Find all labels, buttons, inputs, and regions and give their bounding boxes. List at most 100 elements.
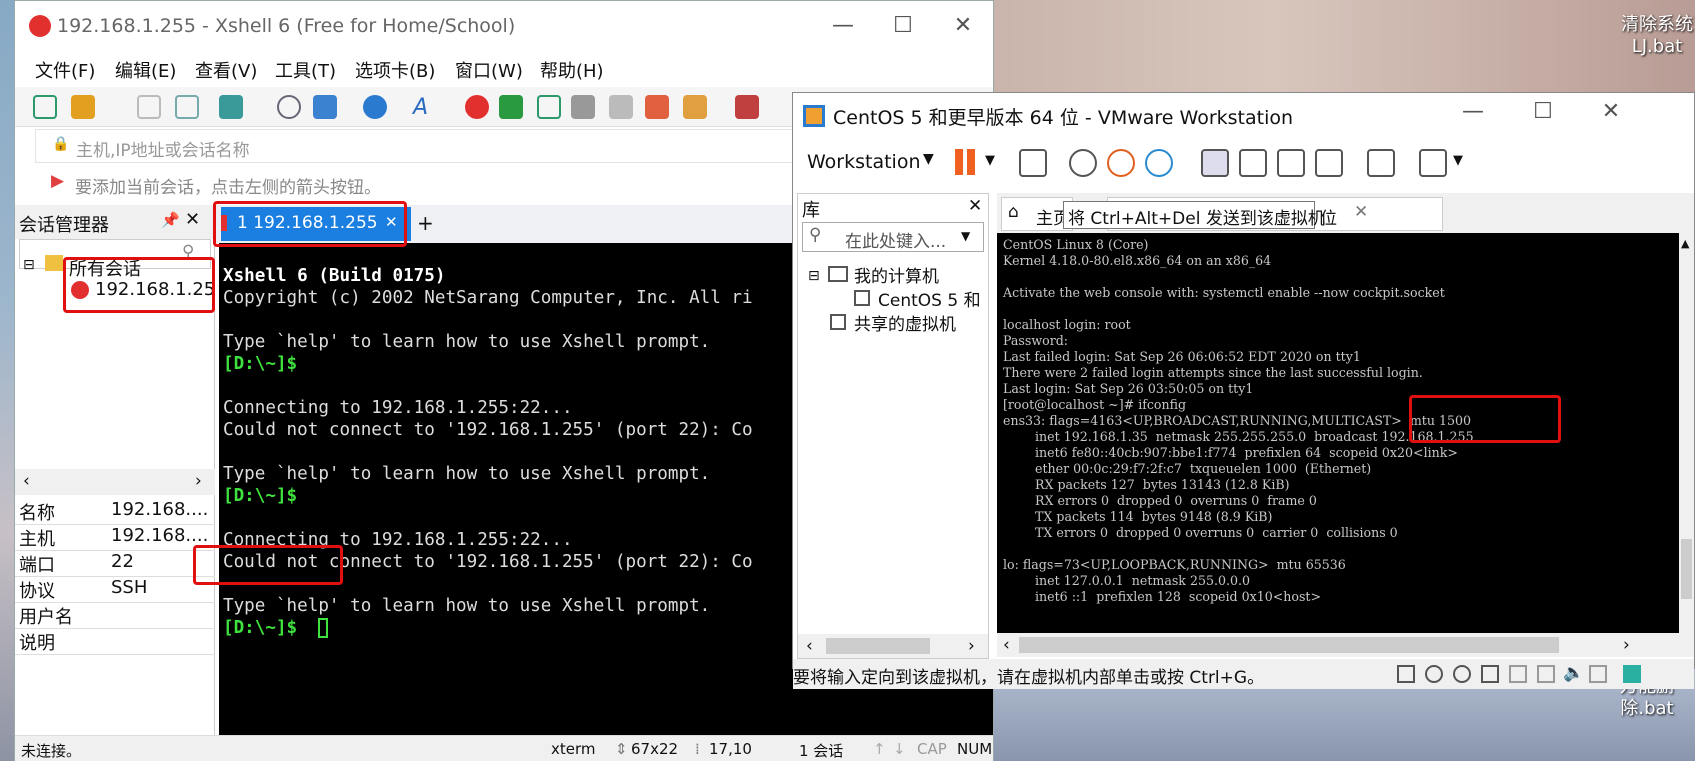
help-icon[interactable] [735,95,759,119]
arrow-up-icon[interactable]: ↑ [873,740,886,758]
scroll-thumb[interactable] [826,638,930,654]
library-hscrollbar[interactable]: ‹ › [798,634,988,658]
vm-console[interactable]: CentOS Linux 8 (Core) Kernel 4.18.0-80.el… [997,233,1694,633]
close-icon[interactable]: ✕ [968,196,982,216]
wallpaper-photo [990,0,1695,100]
snapshot-icon[interactable] [1069,149,1097,177]
console-line: TX errors 0 dropped 0 overruns 0 carrier… [1003,525,1398,540]
console-line: TX packets 114 bytes 9148 (8.9 KiB) [1003,509,1273,524]
globe-icon[interactable] [363,95,387,119]
scroll-left-icon[interactable]: ‹ [1003,635,1010,655]
close-button[interactable]: ✕ [943,13,983,38]
font-icon[interactable]: A [413,95,437,120]
cd2-icon[interactable] [1453,665,1471,683]
vmware-titlebar[interactable]: CentOS 5 和更早版本 64 位 - VMware Workstation… [793,93,1694,139]
xftp-icon[interactable] [499,95,523,119]
tree-vm-item[interactable]: CentOS 5 和 [878,286,988,311]
library-search-input[interactable]: ⚲ 在此处键入... ▼ [802,222,984,252]
add-tab-icon[interactable] [683,95,707,119]
vm-vscrollbar[interactable]: ▲ [1679,233,1694,633]
transfer-icon[interactable] [313,95,337,119]
hdd-icon[interactable] [1397,665,1415,683]
lock-icon[interactable] [571,95,595,119]
xshell-icon[interactable] [465,95,489,119]
desktop-icon-cleanup[interactable]: 清除系统 LJ.bat [1620,14,1694,58]
camera-icon[interactable] [1589,665,1607,683]
usb-icon[interactable] [1509,665,1527,683]
size-icon: ⇕ [615,740,628,758]
menu-help[interactable]: 帮助(H) [540,57,604,83]
close-button[interactable]: ✕ [1591,99,1631,124]
menu-window[interactable]: 窗口(W) [455,57,523,83]
menu-edit[interactable]: 编辑(E) [115,57,176,83]
chevron-down-icon[interactable]: ▼ [923,151,934,167]
horizontal-scrollbar[interactable]: ‹ › [15,469,215,495]
open-folder-icon[interactable] [71,95,95,119]
collapse-icon[interactable]: ⊟ [808,268,820,284]
pause-icon-bar [967,149,975,175]
menu-tools[interactable]: 工具(T) [275,57,336,83]
keyboard-icon[interactable] [609,95,633,119]
sound-icon[interactable]: 🔈 [1563,663,1584,683]
library-panel: 库 ✕ ⚲ 在此处键入... ▼ ⊟ 我的计算机 CentOS 5 和 共享的虚… [797,193,989,659]
chevron-down-icon[interactable]: ▼ [961,229,970,243]
maximize-button[interactable]: ☐ [1523,99,1563,124]
new-tab-button[interactable]: + [417,211,434,235]
scroll-thumb[interactable] [1681,539,1692,599]
network-icon[interactable] [1481,665,1499,683]
highlight-icon[interactable] [645,95,669,119]
search-icon[interactable] [277,95,301,119]
menu-tab[interactable]: 选项卡(B) [355,57,435,83]
scroll-left-icon[interactable]: ‹ [23,471,30,491]
vm-hscrollbar[interactable]: ‹ › [997,633,1694,657]
revert-snapshot-icon[interactable] [1107,149,1135,177]
minimize-button[interactable]: — [1453,99,1493,124]
collapse-icon[interactable]: ⊟ [23,257,35,273]
status-position: 17,10 [709,740,752,758]
scroll-thumb[interactable] [1019,637,1559,653]
tree-shared-vms[interactable]: 共享的虚拟机 [854,310,956,335]
disconnect-icon[interactable] [175,95,199,119]
notes-icon[interactable] [1623,665,1641,683]
pause-icon[interactable] [955,149,963,175]
scroll-left-icon[interactable]: ‹ [806,636,813,656]
table-row: 用户名 [15,601,215,629]
unity-icon[interactable] [1315,149,1343,177]
menu-file[interactable]: 文件(F) [35,57,95,83]
minimize-button[interactable]: — [823,13,863,38]
printer-icon[interactable] [1537,665,1555,683]
link-icon[interactable] [137,95,161,119]
settings-icon[interactable] [219,95,243,119]
tree-my-computer[interactable]: 我的计算机 [854,262,939,287]
scroll-right-icon[interactable]: › [1623,635,1630,655]
tab-close-icon[interactable]: ✕ [1354,202,1368,222]
thumbnail-icon[interactable] [1239,149,1267,177]
workstation-menu[interactable]: Workstation [807,151,921,173]
sidebar-toggle-icon[interactable] [1201,149,1229,177]
menu-view[interactable]: 查看(V) [195,57,257,83]
position-icon: ⁞ [695,740,700,758]
scroll-right-icon[interactable]: › [968,636,975,656]
snapshot-manager-icon[interactable] [1145,149,1173,177]
fullscreen-icon[interactable] [1277,149,1305,177]
shared-vm-icon [830,314,846,330]
maximize-button[interactable]: ☐ [883,13,923,38]
scroll-up-icon[interactable]: ▲ [1681,237,1689,250]
console-icon[interactable] [1367,149,1395,177]
stretch-icon[interactable] [1419,149,1447,177]
cd-icon[interactable] [1425,665,1443,683]
fullscreen-icon[interactable] [537,95,561,119]
scroll-right-icon[interactable]: › [195,471,202,491]
chevron-down-icon[interactable]: ▼ [985,153,995,168]
status-size: 67x22 [631,740,679,758]
pin-icon[interactable]: 📌 [161,211,180,229]
close-icon[interactable]: ✕ [185,209,200,230]
xshell-titlebar[interactable]: 192.168.1.255 - Xshell 6 (Free for Home/… [15,1,993,53]
chevron-down-icon[interactable]: ▼ [1453,153,1463,168]
bookmark-icon[interactable]: ▶ [51,171,64,191]
send-ctrl-alt-del-icon[interactable] [1019,149,1047,177]
arrow-down-icon[interactable]: ↓ [893,740,906,758]
new-session-icon[interactable] [33,95,57,119]
console-line: lo: flags=73<UP,LOOPBACK,RUNNING> mtu 65… [1003,557,1346,572]
